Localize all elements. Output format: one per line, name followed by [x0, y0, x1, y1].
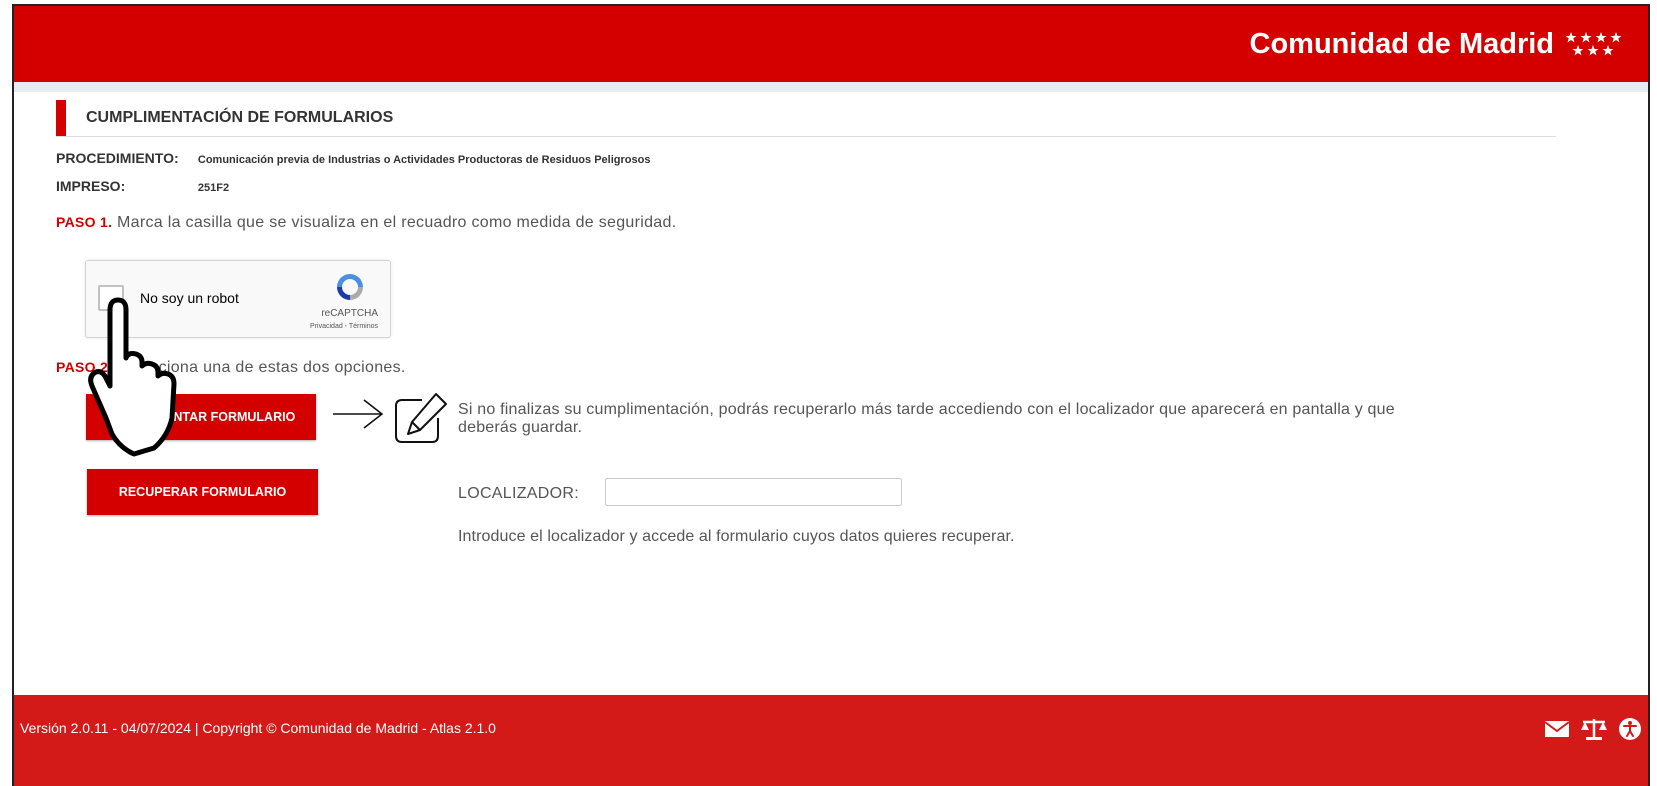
step-1-text: Marca la casilla que se visualiza en el … — [112, 214, 677, 231]
info-text: Si no finalizas su cumplimentación, podr… — [458, 401, 1395, 436]
stars-logo-icon — [1566, 31, 1622, 55]
footer-version-text: Versión 2.0.11 - 04/07/2024 | Copyright … — [20, 720, 496, 736]
arrow-right-icon — [333, 399, 384, 429]
step-1-instruction: PASO 1. Marca la casilla que se visualiz… — [56, 214, 676, 232]
accessibility-icon[interactable] — [1618, 717, 1642, 741]
brand-logo[interactable]: Comunidad de Madrid — [1250, 28, 1629, 61]
impreso-row: IMPRESO: 251F2 — [56, 178, 229, 194]
procedimiento-value: Comunicación previa de Industrias o Acti… — [197, 154, 651, 166]
header-subbar — [14, 82, 1648, 92]
localizador-input[interactable] — [605, 478, 902, 506]
pointing-hand-icon — [88, 297, 177, 457]
page-title: CUMPLIMENTACIÓN DE FORMULARIOS — [86, 109, 394, 126]
impreso-value: 251F2 — [197, 182, 230, 194]
impreso-label: IMPRESO: — [56, 178, 126, 194]
footer-icons — [1544, 717, 1642, 741]
localizador-help: Introduce el localizador y accede al for… — [458, 528, 1015, 545]
edit-icon — [395, 393, 447, 443]
recuperar-formulario-button[interactable]: RECUPERAR FORMULARIO — [87, 469, 318, 515]
step-1-number: PASO 1. — [56, 214, 113, 230]
mail-icon[interactable] — [1544, 719, 1570, 739]
procedimiento-label: PROCEDIMIENTO: — [56, 150, 179, 166]
section-title: CUMPLIMENTACIÓN DE FORMULARIOS — [56, 100, 1556, 137]
recaptcha-brand: reCAPTCHA — [321, 308, 378, 319]
title-accent-bar — [56, 100, 66, 136]
recaptcha-terms-link[interactable]: Privacidad - Términos — [310, 323, 378, 330]
footer: Versión 2.0.11 - 04/07/2024 | Copyright … — [14, 695, 1648, 786]
scales-icon[interactable] — [1580, 717, 1608, 741]
brand-name: Comunidad de Madrid — [1249, 28, 1555, 60]
browser-frame: Comunidad de Madrid CUMPLIMENTACIÓN DE F… — [12, 4, 1650, 786]
header-bar: Comunidad de Madrid — [14, 6, 1648, 82]
recaptcha-logo-icon — [337, 274, 363, 300]
procedimiento-row: PROCEDIMIENTO: Comunicación previa de In… — [56, 150, 650, 166]
localizador-label: LOCALIZADOR: — [458, 485, 579, 502]
